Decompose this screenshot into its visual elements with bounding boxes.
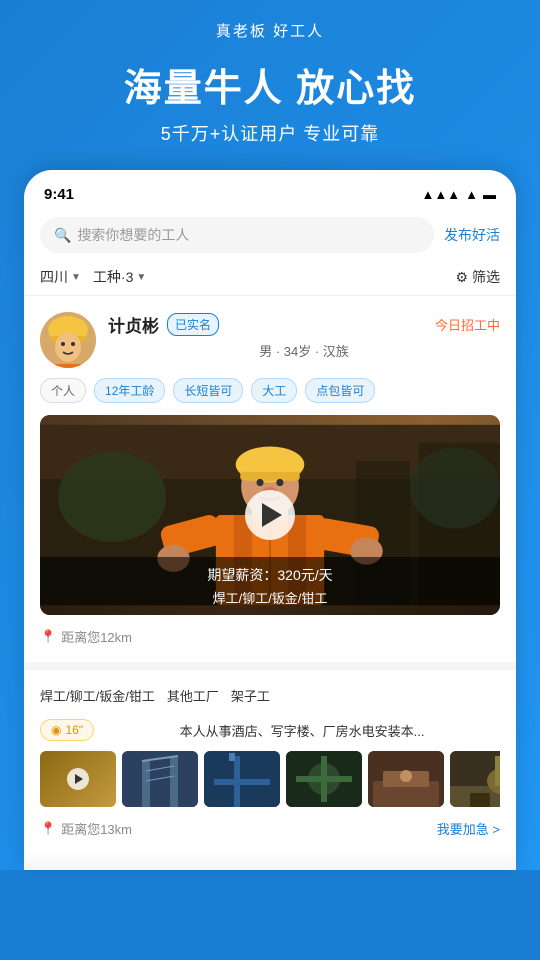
card-header: 计贞彬 已实名 今日招工中 男 · 34岁 · 汉族	[40, 312, 500, 368]
work-type-chevron-icon: ▼	[136, 272, 146, 283]
voice-duration: 16"	[65, 723, 83, 737]
skill-filter-factory[interactable]: 其他工厂	[167, 682, 219, 709]
status-icons: ▲▲▲ ▲ ▬	[422, 187, 496, 202]
main-title: 海量牛人 放心找	[0, 57, 540, 112]
top-banner: 真老板 好工人 海量牛人 放心找 5千万+认证用户 专业可靠 9:41 ▲▲▲ …	[0, 0, 540, 870]
voice-text: 本人从事酒店、写字楼、厂房水电安装本...	[104, 721, 500, 740]
worker-info: 计贞彬 已实名 今日招工中 男 · 34岁 · 汉族	[108, 312, 500, 360]
video-overlay: 期望薪资：320元/天 焊工/铆工/钣金/钳工	[40, 557, 500, 615]
video-salary: 期望薪资：320元/天	[52, 565, 488, 585]
filter-bar: 四川 ▼ 工种·3 ▼ ⚙ 筛选	[24, 259, 516, 296]
avatar-face	[40, 312, 96, 368]
sub-title: 5千万+认证用户 专业可靠	[0, 120, 540, 146]
play-button[interactable]	[245, 490, 295, 540]
thumbnail-4[interactable]	[286, 751, 362, 807]
status-time: 9:41	[44, 186, 74, 203]
second-card[interactable]: 焊工/铆工/钣金/钳工 其他工厂 架子工 ◉ 16" 本人从事酒店、写字楼、厂房…	[24, 670, 516, 850]
location-icon-2: 📍	[40, 821, 56, 837]
tags-row: 个人 12年工龄 长短皆可 大工 点包皆可	[40, 378, 500, 403]
screen-filter[interactable]: ⚙ 筛选	[455, 267, 500, 287]
work-type-filter[interactable]: 工种·3 ▼	[93, 267, 146, 287]
filter-icon: ⚙	[455, 269, 468, 286]
urgent-button[interactable]: 我要加急 >	[437, 819, 500, 838]
worker-detail: 男 · 34岁 · 汉族	[108, 341, 500, 360]
thumbnails-row	[40, 751, 500, 807]
search-icon: 🔍	[54, 227, 71, 244]
thumbnail-6[interactable]	[450, 751, 500, 807]
work-type-label: 工种·3	[93, 267, 133, 287]
region-filter[interactable]: 四川 ▼	[40, 267, 81, 287]
distance-text: 距离您12km	[61, 627, 132, 646]
tag-worker-type: 大工	[251, 378, 297, 403]
wifi-icon: ▲	[465, 187, 478, 202]
name-row: 计贞彬 已实名 今日招工中	[108, 312, 500, 337]
top-slogan: 真老板 好工人	[0, 20, 540, 41]
tag-duration: 长短皆可	[173, 378, 243, 403]
bottom-fade	[24, 850, 516, 870]
search-bar: 🔍 搜索你想要的工人 发布好活	[24, 211, 516, 259]
tag-experience: 12年工龄	[94, 378, 165, 403]
video-container[interactable]: 期望薪资：320元/天 焊工/铆工/钣金/钳工	[40, 415, 500, 615]
battery-icon: ▬	[483, 187, 496, 202]
phone-mockup: 9:41 ▲▲▲ ▲ ▬ 🔍 搜索你想要的工人 发布好活 四川 ▼ 工种·3 ▼	[24, 170, 516, 870]
thumbnail-2[interactable]	[122, 751, 198, 807]
search-placeholder: 搜索你想要的工人	[77, 225, 189, 245]
second-distance-text-row: 📍 距离您13km	[40, 819, 132, 838]
distance-row: 📍 距离您12km	[40, 627, 500, 646]
region-chevron-icon: ▼	[71, 272, 81, 283]
location-icon: 📍	[40, 629, 56, 645]
search-input-wrap[interactable]: 🔍 搜索你想要的工人	[40, 217, 434, 253]
voice-wave-icon: ◉	[51, 723, 61, 737]
thumbnail-3[interactable]	[204, 751, 280, 807]
skill-filter-scaffold[interactable]: 架子工	[231, 682, 270, 709]
voice-row: ◉ 16" 本人从事酒店、写字楼、厂房水电安装本...	[40, 719, 500, 741]
avatar	[40, 312, 96, 368]
tag-contract: 点包皆可	[305, 378, 375, 403]
skill-filter-welding[interactable]: 焊工/铆工/钣金/钳工	[40, 682, 155, 709]
thumb-play-1	[67, 768, 89, 790]
play-triangle-icon	[262, 503, 282, 527]
region-label: 四川	[40, 267, 68, 287]
post-job-button[interactable]: 发布好活	[444, 225, 500, 245]
skills-filter-row: 焊工/铆工/钣金/钳工 其他工厂 架子工	[40, 682, 500, 709]
thumbnail-5[interactable]	[368, 751, 444, 807]
worker-name: 计贞彬	[108, 312, 159, 337]
second-distance-row: 📍 距离您13km 我要加急 >	[40, 819, 500, 838]
thumbnail-1[interactable]	[40, 751, 116, 807]
voice-badge[interactable]: ◉ 16"	[40, 719, 94, 741]
thumb-play-icon-1	[75, 774, 83, 784]
signal-icon: ▲▲▲	[422, 187, 461, 202]
video-skills: 焊工/铆工/钣金/钳工	[52, 588, 488, 607]
second-distance-text: 距离您13km	[61, 819, 132, 838]
verified-badge: 已实名	[167, 313, 219, 336]
status-bar: 9:41 ▲▲▲ ▲ ▬	[24, 182, 516, 211]
screen-label: 筛选	[472, 267, 500, 287]
working-status-badge: 今日招工中	[435, 315, 500, 334]
tag-individual: 个人	[40, 378, 86, 403]
worker-card-1[interactable]: 计贞彬 已实名 今日招工中 男 · 34岁 · 汉族 个人 12年工龄 长短皆可…	[24, 296, 516, 670]
